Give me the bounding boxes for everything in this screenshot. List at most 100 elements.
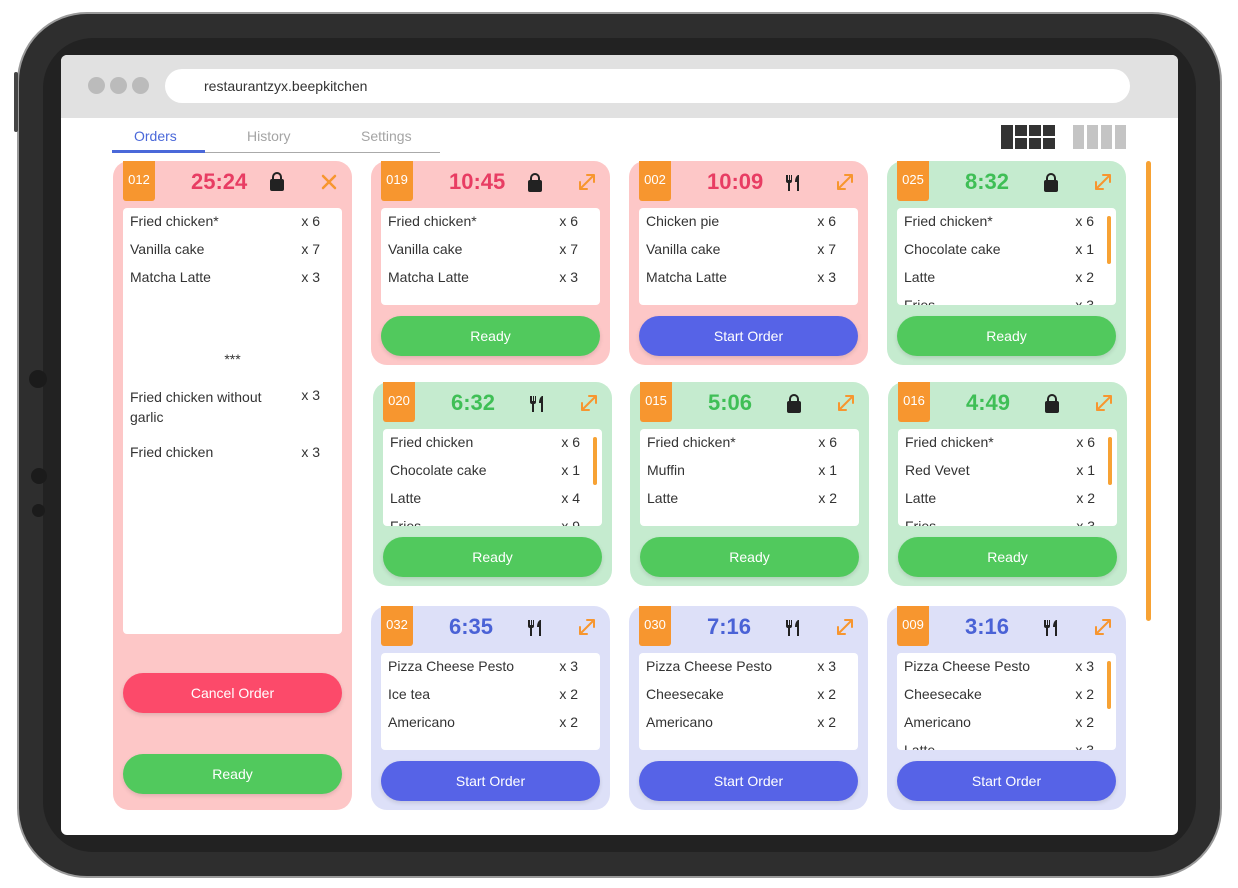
start-order-button[interactable]: Start Order [639, 316, 858, 356]
expand-icon[interactable] [1092, 616, 1114, 638]
start-order-button[interactable]: Start Order [639, 761, 858, 801]
ready-button[interactable]: Ready [640, 537, 859, 577]
item-qty: x 6 [818, 434, 837, 450]
list-item: Fried chicken* x 6 [898, 429, 1117, 457]
item-qty: x 1 [561, 462, 580, 478]
order-timer: 8:32 [965, 169, 1010, 194]
order-timer: 4:49 [966, 390, 1011, 415]
start-order-button[interactable]: Start Order [897, 761, 1116, 801]
item-name: Chicken pie [646, 213, 720, 229]
item-name: Americano [646, 714, 713, 730]
page-scrollbar[interactable] [1146, 161, 1151, 621]
list-scrollbar[interactable] [1107, 661, 1111, 709]
list-item: Fried chicken* x 6 [897, 208, 1116, 236]
tab-orders[interactable]: Orders [134, 128, 177, 144]
order-card[interactable]: 025 8:32 Fried chicken* x 6 Chocolate cake x … [887, 161, 1126, 365]
list-scrollbar[interactable] [1108, 437, 1112, 485]
expand-icon[interactable] [576, 171, 598, 193]
item-name: Fries [904, 297, 936, 305]
window-dot[interactable] [110, 77, 127, 94]
list-item: Fries x 3 [897, 292, 1116, 305]
item-name: Fried chicken* [647, 434, 736, 450]
ready-button[interactable]: Ready [381, 316, 600, 356]
ready-button[interactable]: Ready [898, 537, 1117, 577]
order-card[interactable]: 002 10:09 Chicken pie x 6 Vanilla cake x 7 Mat… [629, 161, 868, 365]
item-name: Fries [905, 518, 937, 526]
list-scrollbar[interactable] [593, 437, 597, 485]
url-bar[interactable]: restaurantzyx.beepkitchen [165, 69, 1130, 103]
ready-button[interactable]: Ready [897, 316, 1116, 356]
cancel-order-button[interactable]: Cancel Order [123, 673, 342, 713]
expand-icon[interactable] [1093, 392, 1115, 414]
list-scrollbar[interactable] [1107, 216, 1111, 264]
item-name: Red Vevet [905, 462, 970, 478]
grid-view-icon[interactable] [1001, 125, 1055, 149]
list-item: Matcha Latte x 3 [123, 264, 342, 292]
item-qty: x 6 [301, 213, 320, 229]
order-card[interactable]: 009 3:16 Pizza Cheese Pesto x 3 Cheesecake x … [887, 606, 1126, 810]
order-card[interactable]: 019 10:45 Fried chicken* x 6 Vanilla cake x 7… [371, 161, 610, 365]
order-number-badge: 009 [897, 606, 929, 646]
list-item: Vanilla cake x 7 [639, 236, 858, 264]
expand-icon[interactable] [576, 616, 598, 638]
item-qty: x 3 [559, 269, 578, 285]
start-order-button[interactable]: Start Order [381, 761, 600, 801]
list-item: Chicken pie x 6 [639, 208, 858, 236]
list-item: Fried chicken* x 6 [640, 429, 859, 457]
order-card[interactable]: 015 5:06 Fried chicken* x 6 Muffin x 1 Latte x … [630, 382, 869, 586]
expand-icon[interactable] [834, 171, 856, 193]
item-name: Matcha Latte [646, 269, 727, 285]
url-text: restaurantzyx.beepkitchen [204, 78, 368, 94]
ready-button[interactable]: Ready [123, 754, 342, 794]
tab-history[interactable]: History [247, 128, 291, 144]
expanded-order-card: 012 25:24 Fried chicken* x 6 Vanilla cake… [113, 161, 352, 810]
sensor [29, 370, 47, 388]
sensor-dot [32, 504, 45, 517]
expand-icon[interactable] [578, 392, 600, 414]
order-number-badge: 030 [639, 606, 671, 646]
tab-settings[interactable]: Settings [361, 128, 412, 144]
item-qty: x 2 [1076, 490, 1095, 506]
item-name: Cheesecake [904, 686, 982, 702]
item-name: Latte [905, 490, 937, 506]
item-qty: x 3 [1075, 742, 1094, 750]
order-items-list: Fried chicken* x 6 Red Vevet x 1 Latte x 2 Fri… [898, 429, 1117, 526]
item-qty: x 3 [301, 269, 320, 285]
close-icon[interactable] [318, 171, 340, 193]
list-item: Matcha Latte x 3 [381, 264, 600, 292]
item-qty: x 6 [1076, 434, 1095, 450]
item-name: Fries [390, 518, 422, 526]
window-dot[interactable] [88, 77, 105, 94]
item-name: Vanilla cake [130, 241, 205, 257]
list-item: Latte x 2 [640, 485, 859, 513]
item-name: Vanilla cake [646, 241, 721, 257]
order-items-list: Fried chicken* x 6 Muffin x 1 Latte x 2 [640, 429, 859, 526]
list-item: Pizza Cheese Pesto x 3 [639, 653, 858, 681]
order-card[interactable]: 016 4:49 Fried chicken* x 6 Red Vevet x 1 Latt… [888, 382, 1127, 586]
window-dot[interactable] [132, 77, 149, 94]
item-qty: x 7 [301, 241, 320, 257]
item-name: Pizza Cheese Pesto [904, 658, 1031, 674]
item-qty: x 2 [1075, 269, 1094, 285]
order-card[interactable]: 032 6:35 Pizza Cheese Pesto x 3 Ice tea x 2 Am… [371, 606, 610, 810]
item-name: Americano [904, 714, 971, 730]
list-item: Red Vevet x 1 [898, 457, 1117, 485]
expand-icon[interactable] [835, 392, 857, 414]
item-name: Latte [647, 490, 679, 506]
order-card[interactable]: 020 6:32 Fried chicken x 6 Chocolate cake x 1… [373, 382, 612, 586]
order-number-badge: 016 [898, 382, 930, 422]
item-name: Fried chicken* [130, 213, 219, 229]
item-qty: x 1 [1076, 462, 1095, 478]
ready-button[interactable]: Ready [383, 537, 602, 577]
order-card[interactable]: 030 7:16 Pizza Cheese Pesto x 3 Cheesecake x … [629, 606, 868, 810]
item-name: Latte [390, 490, 422, 506]
item-qty: x 3 [1075, 297, 1094, 305]
list-item: Americano x 2 [897, 709, 1116, 737]
order-items-list: Fried chicken x 6 Chocolate cake x 1 Latte x … [383, 429, 602, 526]
expand-icon[interactable] [834, 616, 856, 638]
column-view-icon[interactable] [1073, 125, 1127, 149]
expand-icon[interactable] [1092, 171, 1114, 193]
item-name: Cheesecake [646, 686, 724, 702]
list-item: Chocolate cake x 1 [897, 236, 1116, 264]
item-qty: x 6 [561, 434, 580, 450]
